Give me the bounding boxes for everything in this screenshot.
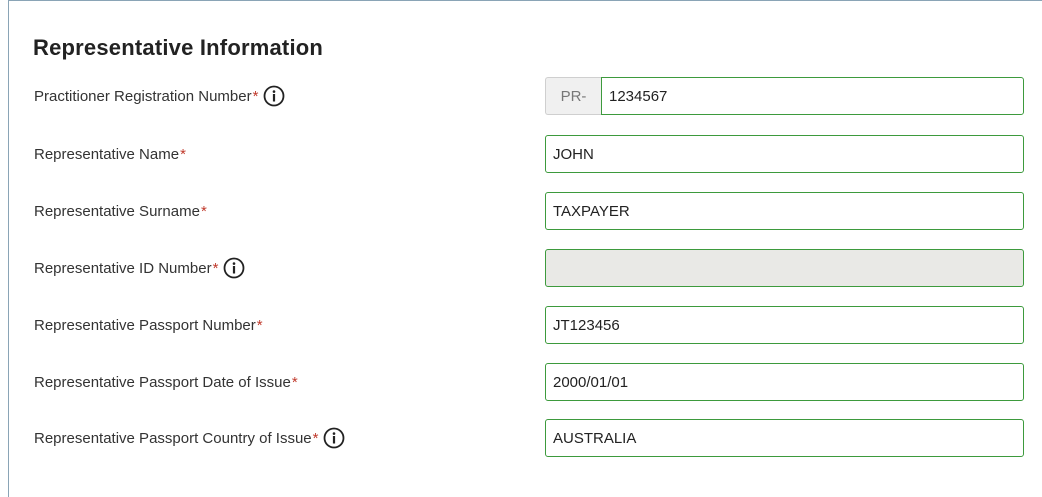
passport-date-of-issue-label-group: Representative Passport Date of Issue * (34, 361, 298, 403)
info-icon[interactable] (323, 427, 345, 449)
required-asterisk: * (312, 429, 319, 447)
passport-date-of-issue-label: Representative Passport Date of Issue (34, 373, 291, 391)
representative-surname-input[interactable] (545, 192, 1024, 230)
practitioner-registration-prefix: PR- (545, 77, 601, 115)
representative-id-number-label: Representative ID Number (34, 259, 212, 277)
passport-country-of-issue-row: Representative Passport Country of Issue… (9, 417, 1042, 459)
representative-id-number-label-group: Representative ID Number * (34, 247, 245, 289)
representative-id-number-input (545, 249, 1024, 287)
representative-surname-label: Representative Surname (34, 202, 200, 220)
required-asterisk: * (256, 316, 263, 334)
passport-number-label: Representative Passport Number (34, 316, 256, 334)
passport-number-label-group: Representative Passport Number * (34, 304, 263, 346)
passport-country-of-issue-input[interactable] (545, 419, 1024, 457)
passport-country-of-issue-label-group: Representative Passport Country of Issue… (34, 417, 345, 459)
required-asterisk: * (212, 259, 219, 277)
passport-number-input[interactable] (545, 306, 1024, 344)
passport-date-of-issue-row: Representative Passport Date of Issue * (9, 361, 1042, 403)
practitioner-registration-row: Practitioner Registration Number * PR- (9, 75, 1042, 117)
info-icon[interactable] (223, 257, 245, 279)
representative-id-number-row: Representative ID Number * (9, 247, 1042, 289)
representative-name-row: Representative Name * (9, 133, 1042, 175)
representative-information-panel: Representative Information Practitioner … (8, 0, 1042, 497)
passport-date-of-issue-input[interactable] (545, 363, 1024, 401)
required-asterisk: * (200, 202, 207, 220)
info-icon[interactable] (263, 85, 285, 107)
representative-name-label-group: Representative Name * (34, 133, 186, 175)
representative-name-input[interactable] (545, 135, 1024, 173)
required-asterisk: * (291, 373, 298, 391)
practitioner-registration-label: Practitioner Registration Number (34, 87, 252, 105)
passport-country-of-issue-label: Representative Passport Country of Issue (34, 429, 312, 447)
practitioner-registration-label-group: Practitioner Registration Number * (34, 75, 285, 117)
representative-surname-row: Representative Surname * (9, 190, 1042, 232)
representative-surname-label-group: Representative Surname * (34, 190, 207, 232)
representative-name-label: Representative Name (34, 145, 180, 163)
passport-number-row: Representative Passport Number * (9, 304, 1042, 346)
practitioner-registration-input[interactable] (601, 77, 1024, 115)
required-asterisk: * (180, 145, 186, 163)
practitioner-registration-input-group: PR- (545, 77, 1024, 115)
section-title: Representative Information (33, 35, 324, 60)
required-asterisk: * (252, 87, 259, 105)
